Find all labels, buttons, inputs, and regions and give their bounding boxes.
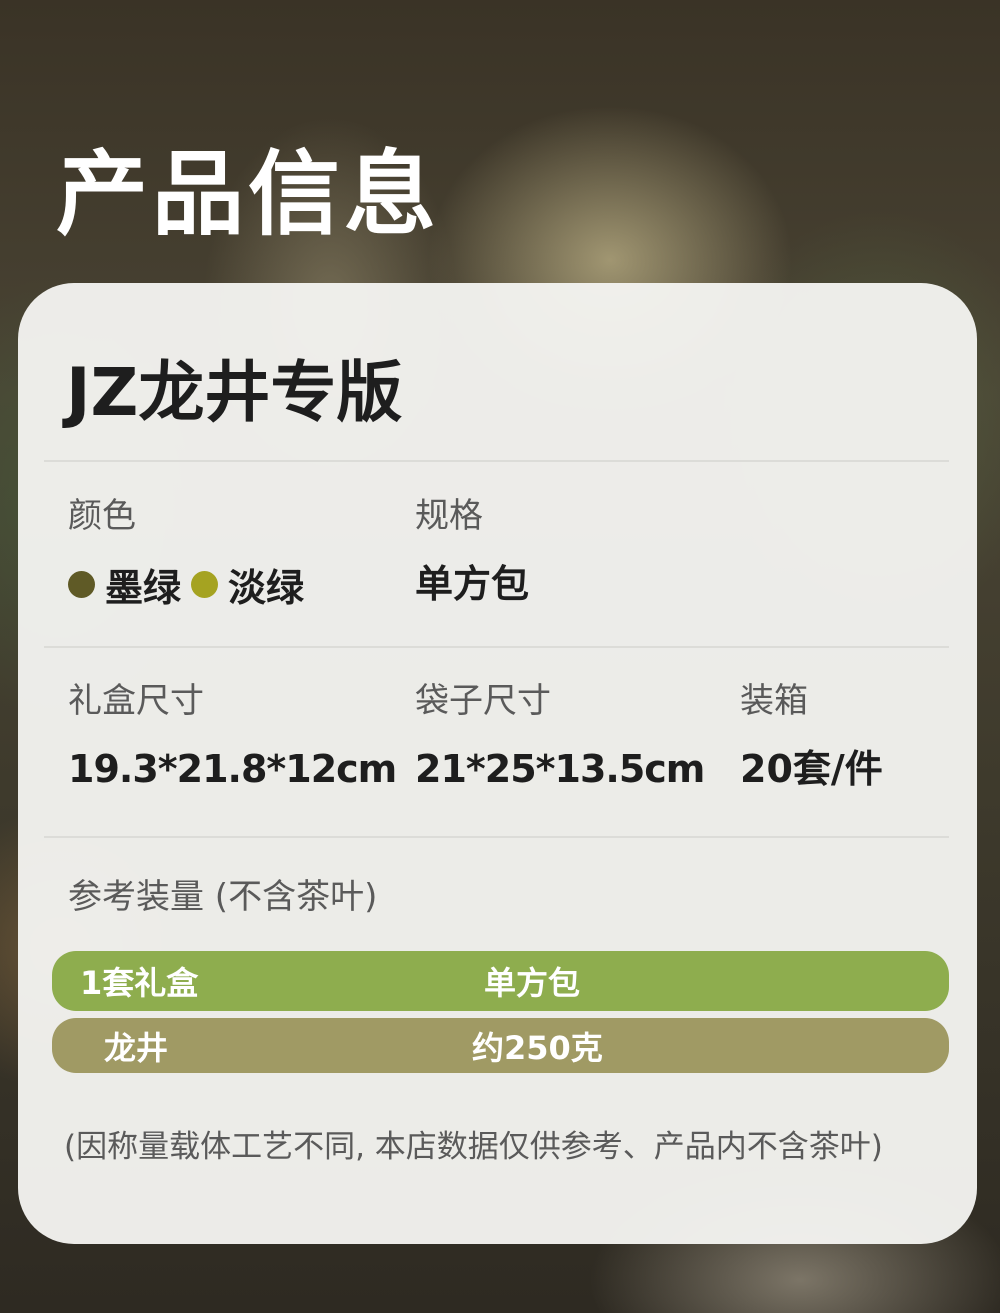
capacity-row-item: 龙井 bbox=[104, 1028, 169, 1067]
capacity-row-value: 约250克 bbox=[472, 1028, 603, 1067]
spec-value: 单方包 bbox=[415, 562, 530, 606]
capacity-row: 1套礼盒 单方包 bbox=[52, 951, 949, 1011]
light-green-swatch bbox=[191, 570, 219, 598]
capacity-row-value: 单方包 bbox=[484, 964, 581, 1002]
giftbox-size-label: 礼盒尺寸 bbox=[68, 681, 204, 721]
bag-size-value: 21*25*13.5cm bbox=[415, 747, 705, 791]
dark-green-swatch bbox=[68, 570, 95, 598]
carton-value: 20套/件 bbox=[740, 747, 883, 791]
footnote: (因称量载体工艺不同, 本店数据仅供参考、产品内不含茶叶) bbox=[64, 1129, 883, 1165]
color-options: 墨绿 淡绿 bbox=[68, 561, 314, 610]
carton-label: 装箱 bbox=[740, 681, 808, 721]
divider bbox=[44, 836, 949, 838]
divider bbox=[44, 460, 949, 462]
spec-label: 规格 bbox=[415, 496, 483, 536]
capacity-row: 龙井 约250克 bbox=[52, 1018, 949, 1073]
bag-size-label: 袋子尺寸 bbox=[415, 681, 551, 721]
color-label: 颜色 bbox=[68, 496, 136, 536]
giftbox-size-value: 19.3*21.8*12cm bbox=[68, 747, 397, 791]
page-title: 产品信息 bbox=[56, 141, 441, 248]
color-option-light-green: 淡绿 bbox=[228, 565, 305, 610]
capacity-label: 参考装量 (不含茶叶) bbox=[68, 877, 378, 917]
capacity-row-item: 1套礼盒 bbox=[80, 964, 199, 1002]
divider bbox=[44, 646, 949, 648]
product-info-card: JZ龙井专版 颜色 墨绿 淡绿 规格 单方包 礼盒尺寸 19.3*21.8*12… bbox=[18, 283, 977, 1244]
color-option-dark-green: 墨绿 bbox=[105, 565, 182, 610]
product-name: JZ龙井专版 bbox=[66, 354, 403, 431]
